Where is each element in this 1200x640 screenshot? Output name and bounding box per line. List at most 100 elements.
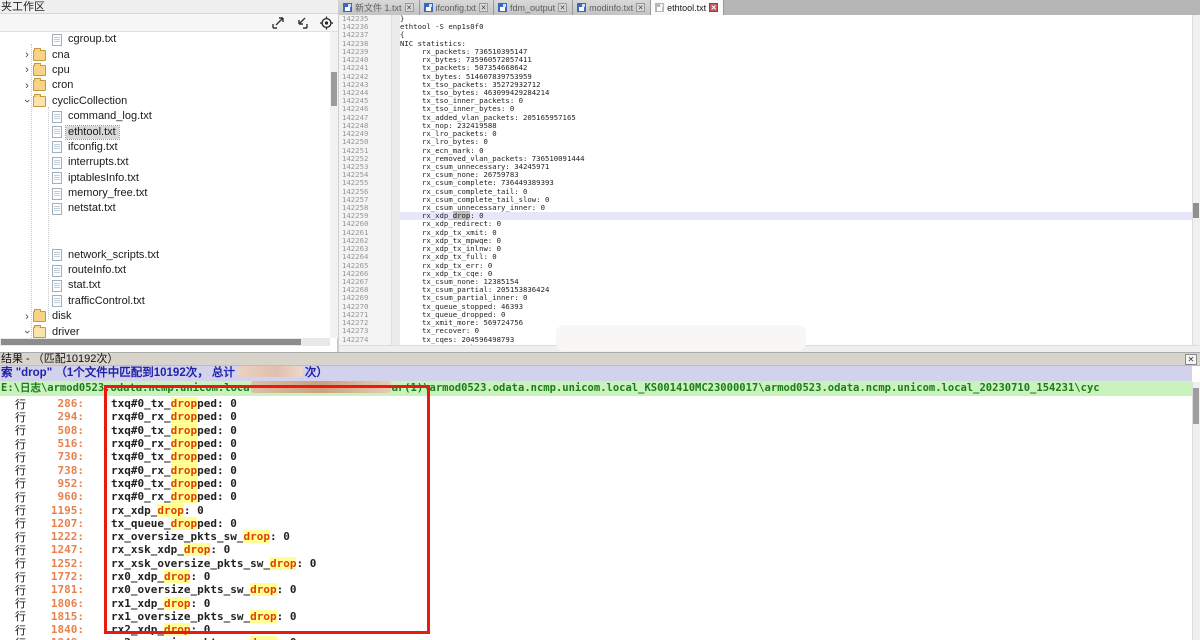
code-line[interactable]: tx_queue_stopped: 46393 — [400, 303, 1192, 311]
tree-item-label: netstat.txt — [66, 202, 119, 215]
code-line[interactable]: rx_xdp_tx_inlnw: 0 — [400, 245, 1192, 253]
app-window: 夹工作区 ✕ cgroup.txt›cna›cpu›cron›cyclicCol… — [0, 0, 1200, 640]
tree-vertical-scrollbar-thumb[interactable] — [331, 72, 337, 106]
tree-item-cpu[interactable]: › cpu — [0, 63, 330, 78]
tree-item-network-scripts-txt[interactable]: network_scripts.txt — [0, 247, 330, 262]
chevron-right-icon[interactable]: › — [22, 64, 32, 76]
locate-file-icon[interactable] — [319, 16, 334, 30]
tree-item-label: ifconfig.txt — [66, 141, 121, 154]
chevron-right-icon[interactable]: › — [22, 49, 32, 61]
results-vertical-scrollbar-thumb[interactable] — [1193, 388, 1199, 424]
code-line[interactable]: rx_xdp_drop: 0 — [400, 212, 1192, 220]
code-line[interactable]: rx_csum_unnecessary: 34245971 — [400, 163, 1192, 171]
save-state-icon — [343, 3, 352, 12]
code-line[interactable]: tx_added_vlan_packets: 205165957165 — [400, 114, 1192, 122]
workspace-file-tree: cgroup.txt›cna›cpu›cron›cyclicCollection… — [0, 32, 330, 338]
result-line-number: 1222: — [26, 530, 84, 543]
tree-item-label: iptablesInfo.txt — [66, 172, 142, 185]
code-line[interactable]: rx_lro_packets: 0 — [400, 130, 1192, 138]
file-icon — [52, 280, 62, 292]
tree-item-interrupts-txt[interactable]: interrupts.txt — [0, 155, 330, 170]
collapse-all-icon[interactable] — [294, 16, 309, 30]
file-icon — [52, 188, 62, 200]
tree-item-label: cyclicCollection — [50, 95, 130, 108]
result-line-number: 508: — [26, 424, 84, 437]
code-line[interactable]: { — [400, 31, 1192, 39]
result-row[interactable]: 行1849:rx2_oversize_pkts_sw_drop: 0 — [0, 636, 1192, 640]
tab-close-icon[interactable]: ✕ — [636, 3, 645, 12]
code-line[interactable]: rx_xdp_tx_err: 0 — [400, 262, 1192, 270]
folder-icon — [33, 80, 46, 91]
tab-ethtool-txt[interactable]: ethtool.txt✕ — [651, 0, 724, 15]
tree-redacted-rows — [0, 217, 330, 248]
code-line[interactable]: } — [400, 15, 1192, 23]
tree-item-memory-free-txt[interactable]: memory_free.txt — [0, 186, 330, 201]
result-line-number: 1247: — [26, 543, 84, 556]
chevron-right-icon[interactable]: › — [22, 311, 32, 323]
code-line[interactable]: rx_lro_bytes: 0 — [400, 138, 1192, 146]
chevron-down-icon[interactable]: › — [21, 327, 33, 337]
editor-vertical-scrollbar-thumb[interactable] — [1193, 203, 1199, 218]
redaction-blob — [237, 366, 303, 377]
tree-item-stat-txt[interactable]: stat.txt — [0, 278, 330, 293]
result-line-number: 286: — [26, 397, 84, 410]
result-line-number: 730: — [26, 450, 84, 463]
tab-close-icon[interactable]: ✕ — [709, 3, 718, 12]
tree-item-trafficcontrol-txt[interactable]: trafficControl.txt — [0, 294, 330, 309]
code-line[interactable]: tx_nop: 232419588 — [400, 122, 1192, 130]
search-summary-line[interactable]: 索 "drop" （1个文件中匹配到10192次， 总计次） — [0, 366, 1192, 381]
tree-item-command-log-txt[interactable]: command_log.txt — [0, 109, 330, 124]
tree-item-cna[interactable]: ›cna — [0, 47, 330, 62]
tree-item-netstat-txt[interactable]: netstat.txt — [0, 201, 330, 216]
tree-item-disk[interactable]: ›disk — [0, 309, 330, 324]
code-line[interactable]: rx_xdp_tx_mpwqe: 0 — [400, 237, 1192, 245]
result-line-text: rx2_oversize_pkts_sw_drop: 0 — [84, 636, 296, 640]
save-state-icon — [655, 3, 664, 12]
result-line-number: 516: — [26, 437, 84, 450]
tree-item-label: command_log.txt — [66, 110, 155, 123]
code-line[interactable]: ethtool -S enp1s0f0 — [400, 23, 1192, 31]
result-line-number: 1195: — [26, 504, 84, 517]
tree-item-label: memory_free.txt — [66, 187, 150, 200]
tab-fdm-output[interactable]: fdm_output✕ — [494, 0, 573, 15]
code-line[interactable]: rx_csum_unnecessary_inner: 0 — [400, 204, 1192, 212]
editor-vertical-scrollbar[interactable] — [1192, 15, 1200, 345]
tab-modinfo-txt[interactable]: modinfo.txt✕ — [573, 0, 651, 15]
tree-item-cron[interactable]: ›cron — [0, 78, 330, 93]
tree-item-label: network_scripts.txt — [66, 249, 162, 262]
tree-item-cycliccollection[interactable]: › cyclicCollection — [0, 94, 330, 109]
annotation-rectangle — [104, 385, 430, 634]
code-line[interactable]: rx_xdp_tx_xmit: 0 — [400, 229, 1192, 237]
tree-horizontal-scrollbar-thumb[interactable] — [1, 339, 301, 345]
file-icon — [52, 172, 62, 184]
result-line-number: 294: — [26, 410, 84, 423]
tree-item-label: cpu — [50, 64, 73, 77]
tree-item-label: cgroup.txt — [66, 33, 119, 46]
tree-item-iptablesinfo-txt[interactable]: iptablesInfo.txt — [0, 171, 330, 186]
editor-text[interactable]: }ethtool -S enp1s0f0{NIC statistics: rx_… — [400, 15, 1192, 345]
tree-item-ifconfig-txt[interactable]: ifconfig.txt — [0, 140, 330, 155]
folder-icon — [33, 65, 46, 76]
chevron-right-icon[interactable]: › — [22, 80, 32, 92]
result-line-number: 738: — [26, 464, 84, 477]
result-line-number: 1772: — [26, 570, 84, 583]
file-icon — [52, 295, 62, 307]
tree-item-routeinfo-txt[interactable]: routeInfo.txt — [0, 263, 330, 278]
chevron-down-icon[interactable]: › — [21, 96, 33, 106]
search-summary-tail: 次） — [305, 367, 328, 379]
tree-item-cgroup-txt[interactable]: cgroup.txt — [0, 32, 330, 47]
tree-item-ethtool-txt[interactable]: ethtool.txt — [0, 124, 330, 139]
tab-ifconfig-txt[interactable]: ifconfig.txt✕ — [420, 0, 495, 15]
save-state-icon — [498, 3, 507, 12]
code-line[interactable]: rx_xdp_redirect: 0 — [400, 220, 1192, 228]
tab-close-icon[interactable]: ✕ — [558, 3, 567, 12]
tab--1-txt[interactable]: 新文件 1.txt✕ — [339, 0, 420, 15]
code-line[interactable]: tx_tso_inner_packets: 0 — [400, 97, 1192, 105]
tab-close-icon[interactable]: ✕ — [405, 3, 414, 12]
code-line[interactable]: rx_xdp_tx_full: 0 — [400, 253, 1192, 261]
tab-close-icon[interactable]: ✕ — [479, 3, 488, 12]
expand-all-icon[interactable] — [271, 16, 286, 30]
results-close-icon[interactable]: ✕ — [1185, 354, 1197, 365]
folder-icon — [33, 311, 46, 322]
tree-item-driver[interactable]: ›driver — [0, 324, 330, 338]
